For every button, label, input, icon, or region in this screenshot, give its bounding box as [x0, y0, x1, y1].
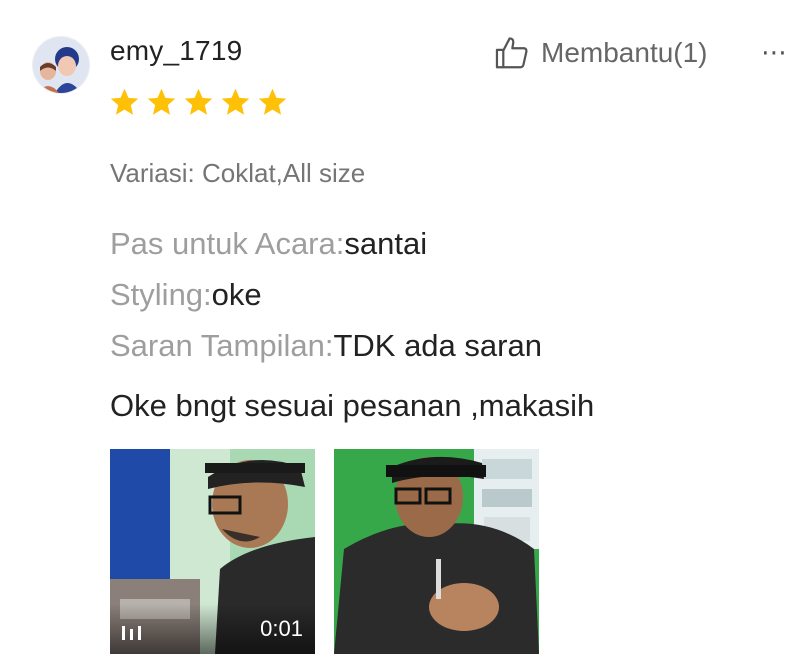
review-card: emy_1719 Membantu(1) ⋯ Variasi: Coklat,A… — [0, 0, 800, 669]
review-video-thumbnail[interactable]: 0:01 — [110, 449, 315, 654]
helpful-label: Membantu(1) — [541, 37, 708, 68]
star-rating — [108, 86, 289, 119]
avatar[interactable] — [32, 36, 90, 94]
video-icon — [122, 626, 141, 640]
video-overlay: 0:01 — [110, 604, 315, 654]
attribute-look-suggestion: Saran Tampilan:TDK ada saran — [110, 327, 542, 365]
thumbs-up-icon — [495, 37, 528, 69]
variation-text: Variasi: Coklat,All size — [110, 158, 366, 188]
attribute-value: TDK ada saran — [333, 328, 542, 363]
attribute-value: santai — [344, 226, 428, 261]
attribute-value: oke — [211, 277, 262, 312]
attribute-styling: Styling:oke — [110, 276, 262, 314]
video-duration: 0:01 — [260, 616, 303, 641]
attribute-key: Styling: — [110, 277, 212, 312]
star-icon — [258, 88, 287, 115]
review-comment: Oke bngt sesuai pesanan ,makasih — [110, 388, 595, 423]
helpful-button[interactable]: Membantu(1) — [493, 34, 708, 72]
star-icon — [110, 88, 139, 115]
star-icon — [221, 88, 250, 115]
attribute-occasion: Pas untuk Acara:santai — [110, 225, 427, 263]
review-photo-thumbnail[interactable] — [334, 449, 539, 654]
star-icon — [147, 88, 176, 115]
attribute-key: Saran Tampilan: — [110, 328, 334, 363]
more-dots-icon: ⋯ — [761, 36, 787, 67]
more-options-button[interactable]: ⋯ — [758, 36, 790, 68]
attribute-key: Pas untuk Acara: — [110, 226, 345, 261]
username[interactable]: emy_1719 — [110, 35, 242, 67]
star-icon — [184, 88, 213, 115]
